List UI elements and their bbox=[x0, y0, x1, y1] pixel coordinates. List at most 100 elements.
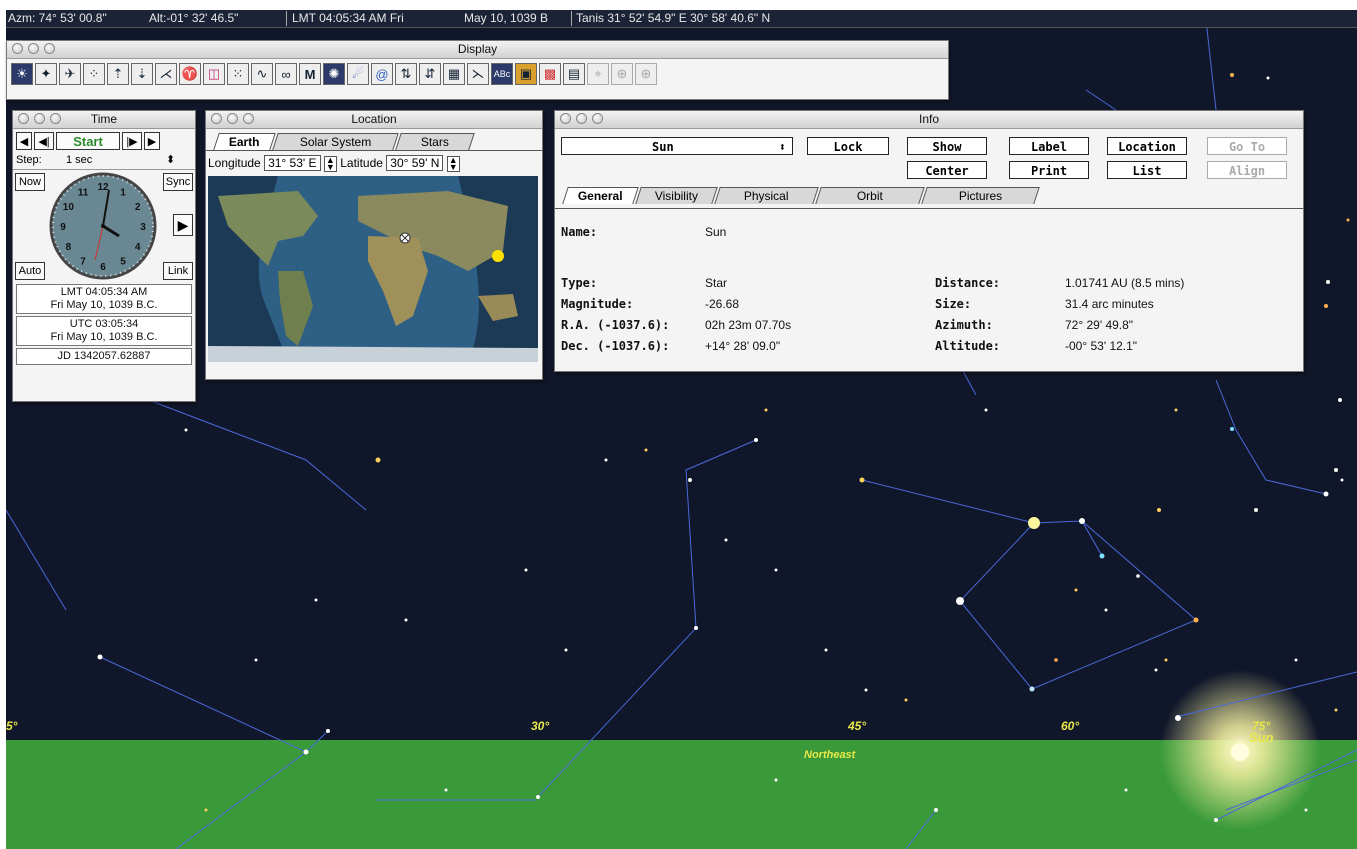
location-title: Location bbox=[351, 112, 397, 126]
tab-physical[interactable]: Physical bbox=[714, 187, 819, 204]
tab-orbit[interactable]: Orbit bbox=[814, 187, 925, 204]
stars-icon[interactable]: ✦ bbox=[35, 63, 57, 85]
info-titlebar[interactable]: Info bbox=[555, 111, 1303, 129]
lmt-date: Fri May 10, 1039 B.C. bbox=[50, 299, 158, 311]
object-select[interactable]: Sun ⬍ bbox=[561, 137, 793, 155]
goto-button[interactable]: Go To bbox=[1207, 137, 1287, 155]
close-icon[interactable] bbox=[560, 113, 571, 124]
status-altitude: Alt:-01° 32' 46.5" bbox=[149, 11, 239, 25]
zoom-icon[interactable] bbox=[50, 113, 61, 124]
list-button[interactable]: List bbox=[1107, 161, 1187, 179]
labels-icon[interactable]: ABc bbox=[491, 63, 513, 85]
star-names-icon[interactable]: ⁙ bbox=[227, 63, 249, 85]
panel-icon[interactable]: ▤ bbox=[563, 63, 585, 85]
zoom-icon[interactable] bbox=[44, 43, 55, 54]
utc-time: UTC 03:05:34 bbox=[69, 318, 139, 330]
planets-icon[interactable]: ✈ bbox=[59, 63, 81, 85]
longitude-field[interactable]: 31° 53' E bbox=[264, 155, 321, 171]
horizon-icon[interactable]: ⋋ bbox=[467, 63, 489, 85]
link-button[interactable]: Link bbox=[163, 262, 193, 280]
sort-az-icon[interactable]: ⇅ bbox=[395, 63, 417, 85]
clock-numeral: 2 bbox=[135, 202, 141, 213]
horizon-ground bbox=[6, 740, 1357, 849]
tab-general[interactable]: General bbox=[562, 187, 639, 204]
boundaries-icon[interactable]: ◫ bbox=[203, 63, 225, 85]
start-button[interactable]: Start bbox=[56, 132, 120, 150]
spiral-icon[interactable]: @ bbox=[371, 63, 393, 85]
zoom-out-icon[interactable]: ⊕ bbox=[635, 63, 657, 85]
comet-icon[interactable]: ☄ bbox=[347, 63, 369, 85]
now-button[interactable]: Now bbox=[15, 173, 45, 191]
step-back-icon[interactable]: ◀ bbox=[16, 132, 32, 150]
zoom-icon[interactable] bbox=[243, 113, 254, 124]
photo-icon[interactable]: ▣ bbox=[515, 63, 537, 85]
close-icon[interactable] bbox=[211, 113, 222, 124]
type-label: Type: bbox=[561, 276, 598, 290]
display-titlebar[interactable]: Display bbox=[7, 41, 948, 59]
solar-system-icon[interactable]: ☀ bbox=[11, 63, 33, 85]
color-icon[interactable]: ▩ bbox=[539, 63, 561, 85]
latitude-field[interactable]: 30° 59' N bbox=[386, 155, 444, 171]
latitude-stepper-icon[interactable]: ▲ ▼ bbox=[446, 155, 460, 172]
tab-solar-system[interactable]: Solar System bbox=[271, 133, 399, 150]
align-button[interactable]: Align bbox=[1207, 161, 1287, 179]
deep-sky-icon[interactable]: ⁘ bbox=[83, 63, 105, 85]
step-stepper-icon[interactable]: ⬍ bbox=[166, 153, 175, 166]
minimize-icon[interactable] bbox=[34, 113, 45, 124]
altitude-label: Altitude: bbox=[935, 339, 1001, 353]
sun-disc[interactable] bbox=[1231, 743, 1249, 761]
auto-button[interactable]: Auto bbox=[15, 262, 45, 280]
clock-forward-icon[interactable]: ▶ bbox=[173, 214, 193, 236]
sort-up-icon[interactable]: ⇡ bbox=[107, 63, 129, 85]
minimize-icon[interactable] bbox=[576, 113, 587, 124]
constellation-figures-icon[interactable]: ♈ bbox=[179, 63, 201, 85]
tab-earth[interactable]: Earth bbox=[213, 133, 276, 150]
zoom-in-icon[interactable]: ⊕ bbox=[611, 63, 633, 85]
print-button[interactable]: Print bbox=[1009, 161, 1089, 179]
zoom-icon[interactable] bbox=[592, 113, 603, 124]
clock-numeral: 1 bbox=[120, 187, 126, 198]
ra-label: R.A. (-1037.6): bbox=[561, 318, 670, 332]
galaxy-icon[interactable]: ✺ bbox=[323, 63, 345, 85]
frame-forward-icon[interactable]: |▶ bbox=[122, 132, 142, 150]
tab-visibility[interactable]: Visibility bbox=[634, 187, 718, 204]
grid-icon[interactable]: ▦ bbox=[443, 63, 465, 85]
telescope-icon[interactable]: ⌖ bbox=[587, 63, 609, 85]
lmt-readout: LMT 04:05:34 AM Fri May 10, 1039 B.C. bbox=[16, 284, 192, 314]
label-button[interactable]: Label bbox=[1009, 137, 1089, 155]
sort-down-icon[interactable]: ⇣ bbox=[131, 63, 153, 85]
azimuth-value: 72° 29' 49.8" bbox=[1065, 318, 1134, 332]
longitude-stepper-icon[interactable]: ▲ ▼ bbox=[323, 155, 337, 172]
tab-pictures[interactable]: Pictures bbox=[920, 187, 1040, 204]
time-titlebar[interactable]: Time bbox=[13, 111, 195, 129]
minimize-icon[interactable] bbox=[28, 43, 39, 54]
observer-marker bbox=[399, 232, 411, 244]
clock-numeral: 4 bbox=[135, 242, 141, 253]
step-select[interactable]: 1 sec bbox=[66, 154, 166, 166]
milky-way-icon[interactable]: ∿ bbox=[251, 63, 273, 85]
sort-za-icon[interactable]: ⇵ bbox=[419, 63, 441, 85]
sync-button[interactable]: Sync bbox=[163, 173, 193, 191]
binoculars-icon[interactable]: ∞ bbox=[275, 63, 297, 85]
select-stepper-icon: ⬍ bbox=[778, 140, 786, 154]
show-button[interactable]: Show bbox=[907, 137, 987, 155]
clock-numeral: 9 bbox=[60, 222, 66, 233]
lock-button[interactable]: Lock bbox=[807, 137, 889, 155]
info-title: Info bbox=[918, 112, 939, 126]
center-button[interactable]: Center bbox=[907, 161, 987, 179]
earth-map[interactable] bbox=[208, 175, 538, 362]
frame-back-icon[interactable]: ◀| bbox=[34, 132, 54, 150]
messier-icon[interactable]: M bbox=[299, 63, 321, 85]
location-titlebar[interactable]: Location bbox=[206, 111, 542, 129]
clock-numeral: 3 bbox=[140, 222, 146, 233]
lmt-time: LMT 04:05:34 AM bbox=[60, 286, 148, 298]
constellation-lines-icon[interactable]: ⋌ bbox=[155, 63, 177, 85]
tab-stars[interactable]: Stars bbox=[395, 133, 475, 150]
close-icon[interactable] bbox=[12, 43, 23, 54]
location-button[interactable]: Location bbox=[1107, 137, 1187, 155]
dec-value: +14° 28' 09.0" bbox=[705, 339, 781, 353]
close-icon[interactable] bbox=[18, 113, 29, 124]
step-forward-icon[interactable]: ▶ bbox=[144, 132, 160, 150]
sun-position-marker bbox=[492, 249, 504, 262]
minimize-icon[interactable] bbox=[227, 113, 238, 124]
